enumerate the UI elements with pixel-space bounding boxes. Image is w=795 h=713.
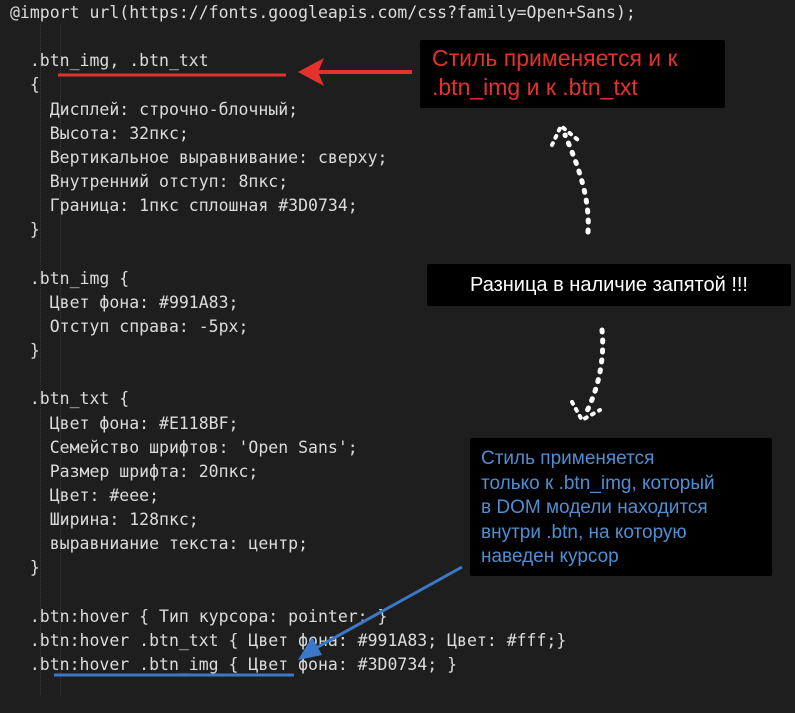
blue-callout: Стиль применяется только к .btn_img, кот… [470, 438, 772, 576]
white-callout-text: Разница в наличие запятой !!! [470, 274, 748, 296]
red-callout-line: .btn_img и к .btn_txt [432, 74, 638, 100]
dotted-arrow-up [562, 132, 591, 235]
blue-callout-line: только к .btn_img, который [481, 472, 715, 494]
dotted-arrow-down [582, 327, 606, 418]
blue-callout-line: Стиль применяется [481, 448, 655, 469]
red-callout-line: Стиль применяется и к [432, 45, 678, 71]
blue-callout-line: наведен курсор [481, 546, 619, 567]
code-editor[interactable]: @import url(https://fonts.googleapis.com… [0, 0, 795, 713]
blue-callout-line: внутри .btn, на которую [481, 521, 687, 543]
white-callout: Разница в наличие запятой !!! [427, 264, 791, 306]
blue-callout-line: в DOM модели находится [481, 497, 708, 518]
blue-arrow-head [298, 637, 322, 660]
red-callout: Стиль применяется и к .btn_img и к .btn_… [420, 40, 725, 108]
blue-arrow-shaft [315, 565, 463, 650]
